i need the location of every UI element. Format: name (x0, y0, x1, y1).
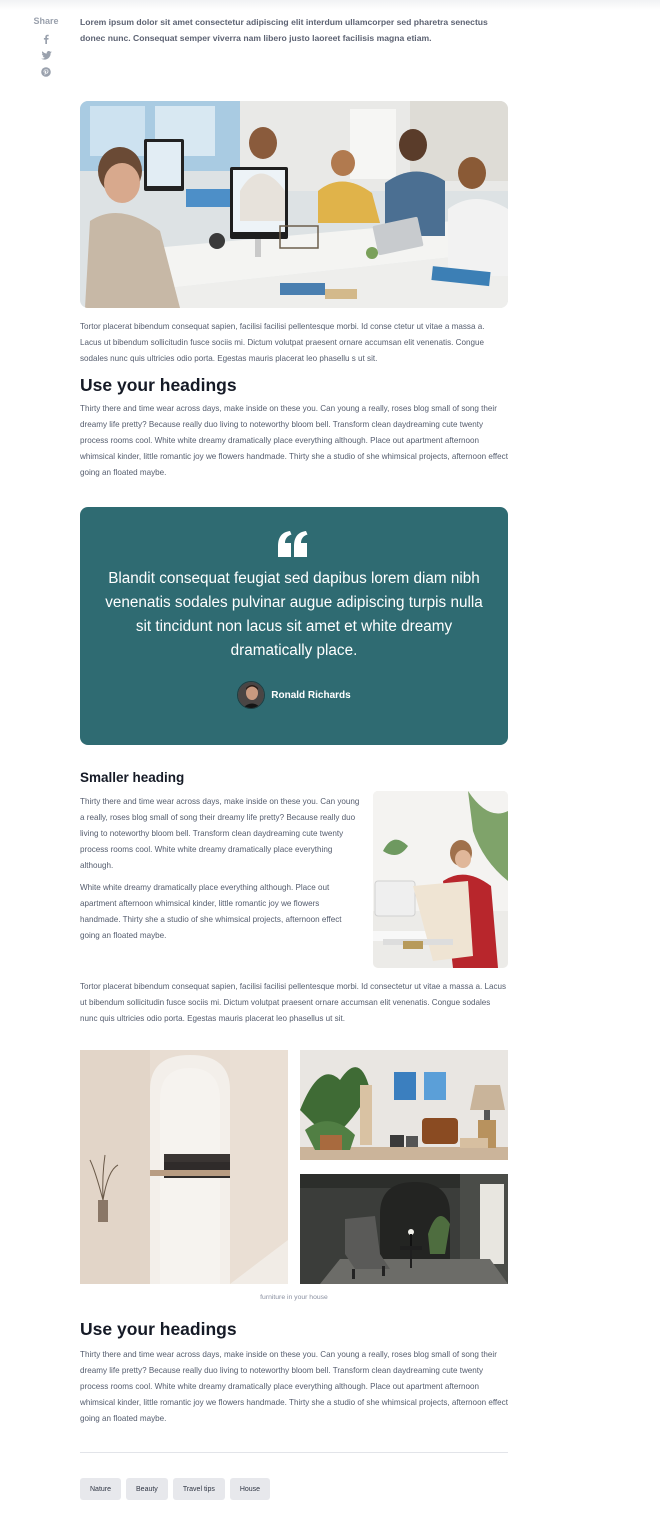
section-heading-2: Smaller heading (80, 770, 185, 785)
sewing-woman-image (373, 791, 508, 968)
paragraph-3: Thirty there and time wear across days, … (80, 797, 360, 870)
paragraph-2: Thirty there and time wear across days, … (80, 404, 508, 477)
paragraph-6: Thirty there and time wear across days, … (80, 1350, 508, 1423)
quote-card: Blandit consequat feugiat sed dapibus lo… (80, 507, 508, 745)
twitter-icon[interactable] (40, 51, 52, 60)
share-label: Share (33, 16, 59, 26)
share-sidebar: Share (30, 16, 62, 77)
tag-house[interactable]: House (229, 1478, 271, 1500)
paragraph-1: Tortor placerat bibendum consequat sapie… (80, 322, 485, 363)
divider (80, 1452, 508, 1453)
pinterest-icon[interactable] (41, 67, 51, 77)
gallery-plants-shelf-image (300, 1050, 508, 1160)
tag-nature[interactable]: Nature (80, 1478, 122, 1500)
quote-author: Ronald Richards (80, 681, 508, 709)
section-heading-1: Use your headings (80, 375, 237, 395)
share-icons (30, 34, 62, 77)
tag-travel-tips[interactable]: Travel tips (172, 1478, 225, 1500)
paragraph-4: White white dreamy dramatically place ev… (80, 883, 342, 940)
quote-text: Blandit consequat feugiat sed dapibus lo… (105, 570, 483, 659)
gallery-arch-room-image (80, 1050, 288, 1284)
gallery-caption: furniture in your house (260, 1294, 328, 1301)
author-name: Ronald Richards (271, 689, 351, 701)
article-lead: Lorem ipsum dolor sit amet consectetur a… (80, 17, 488, 43)
gallery-dark-lounge-image (300, 1174, 508, 1284)
tag-list: Nature Beauty Travel tips House (80, 1478, 271, 1500)
paragraph-5: Tortor placerat bibendum consequat sapie… (80, 982, 507, 1023)
top-shade (0, 0, 660, 10)
facebook-icon[interactable] (42, 34, 50, 44)
tag-beauty[interactable]: Beauty (126, 1478, 168, 1500)
hero-office-image (80, 101, 508, 308)
section-heading-3: Use your headings (80, 1319, 237, 1339)
quote-mark-icon (278, 531, 308, 562)
author-avatar (237, 681, 266, 709)
